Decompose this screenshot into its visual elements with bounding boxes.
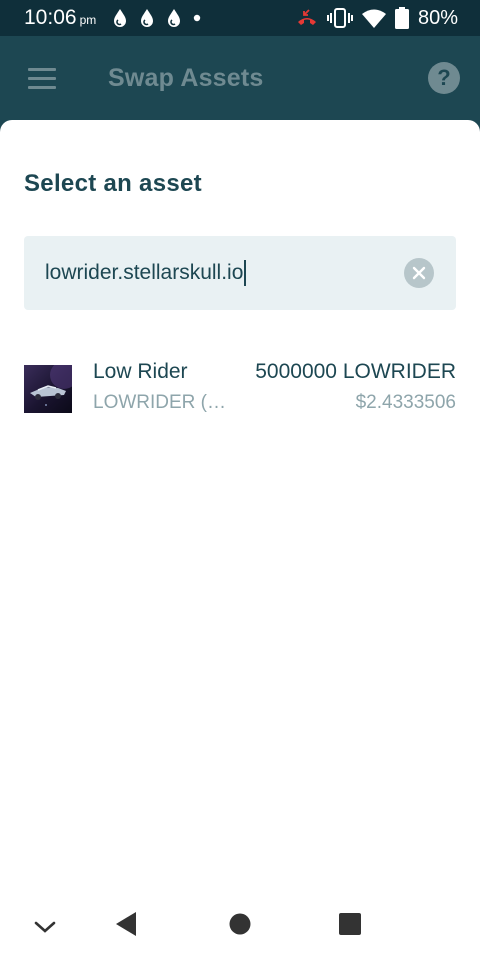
asset-name: Low Rider — [93, 360, 188, 383]
help-glyph: ? — [437, 65, 451, 90]
asset-code: LOWRIDER (… — [93, 392, 226, 413]
missed-call-icon — [297, 9, 316, 25]
hamburger-menu-icon[interactable] — [28, 68, 56, 90]
app-title: Swap Assets — [108, 64, 264, 92]
battery-icon — [394, 7, 409, 29]
recents-icon[interactable] — [339, 913, 361, 935]
status-bar: 10:06 pm 80% — [0, 0, 480, 36]
asset-amount: 5000000 LOWRIDER — [255, 360, 456, 383]
home-icon[interactable] — [229, 913, 251, 935]
notification-icons — [112, 7, 212, 29]
text-caret — [244, 260, 247, 286]
status-time-ampm: pm — [79, 13, 97, 27]
search-input-value[interactable]: lowrider.stellarskull.io — [45, 261, 243, 285]
water-drop-icon — [168, 9, 180, 27]
dot-icon — [193, 14, 201, 22]
water-drop-icon — [141, 9, 153, 27]
collapse-chevron-icon[interactable] — [34, 920, 56, 934]
status-time: 10:06 pm — [24, 6, 96, 32]
asset-select-sheet: Select an asset lowrider.stellarskull.io… — [0, 120, 480, 900]
battery-percent: 80% — [417, 6, 458, 29]
vibrate-icon — [326, 8, 353, 28]
system-nav-bar — [0, 900, 480, 960]
clear-search-button[interactable] — [404, 258, 434, 288]
water-drop-icon — [114, 9, 126, 27]
asset-search-input[interactable]: lowrider.stellarskull.io — [24, 236, 456, 310]
asset-thumbnail — [24, 365, 72, 413]
asset-usd-value: $2.4333506 — [355, 392, 456, 413]
sheet-title: Select an asset — [24, 170, 202, 197]
asset-list-item[interactable]: Low Rider LOWRIDER (… 5000000 LOWRIDER $… — [24, 360, 456, 420]
search-field[interactable]: lowrider.stellarskull.io — [45, 260, 247, 286]
clear-icon — [412, 266, 426, 280]
status-time-value: 10:06 — [24, 6, 77, 29]
app-bar: Swap Assets ? — [0, 36, 480, 132]
system-icons: 80% — [287, 5, 458, 31]
back-icon[interactable] — [114, 911, 138, 937]
help-icon[interactable]: ? — [428, 62, 460, 94]
wifi-icon — [361, 9, 386, 28]
